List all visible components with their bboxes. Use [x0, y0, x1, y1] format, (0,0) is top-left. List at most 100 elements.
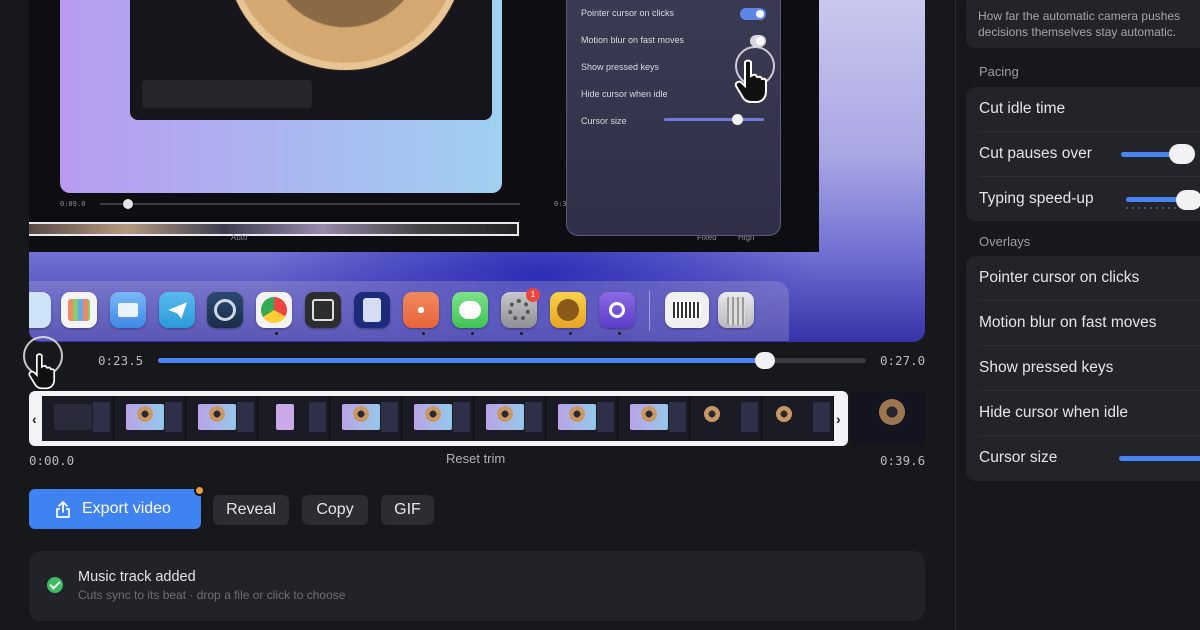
trimmed-out-region: [851, 391, 925, 446]
export-video-button[interactable]: Export video: [29, 489, 201, 529]
filmstrip-frame: [618, 396, 690, 441]
export-video-label: Export video: [82, 500, 171, 517]
pointer-cursor-label: Pointer cursor on clicks: [979, 269, 1140, 286]
dock-settings-icon: 1: [501, 288, 540, 328]
recorded-keys-label: Show pressed keys: [581, 62, 660, 72]
trim-filmstrip[interactable]: ‹ ›: [29, 391, 925, 446]
share-export-icon: [56, 501, 70, 518]
dock-trash-icon: [718, 292, 754, 328]
settings-panel: How far the automatic camera pushes decis…: [966, 0, 1200, 630]
recorded-inner-canvas: [60, 0, 502, 193]
pacing-section-label: Pacing: [979, 64, 1019, 79]
cut-idle-row[interactable]: Cut idle time: [966, 87, 1200, 132]
show-pressed-keys-label: Show pressed keys: [979, 359, 1114, 376]
filmstrip-frame: [330, 396, 402, 441]
hide-cursor-label: Hide cursor when idle: [979, 404, 1129, 421]
trim-selection[interactable]: ‹ ›: [29, 391, 848, 446]
filmstrip-frame: [402, 396, 474, 441]
check-circle-icon: [47, 577, 63, 593]
recorded-toast: [142, 80, 312, 108]
overlays-card: Pointer cursor on clicks Motion blur on …: [966, 256, 1200, 481]
dock-running-dot: [520, 332, 523, 335]
filmstrip-frame: [258, 396, 330, 441]
recorded-size-slider: [664, 114, 764, 125]
pointer-cursor-row[interactable]: Pointer cursor on clicks: [966, 256, 1200, 301]
music-track-title: Music track added: [78, 569, 196, 585]
filmstrip-frames: [42, 396, 834, 441]
current-time: 0:23.5: [98, 353, 144, 368]
copy-button[interactable]: Copy: [302, 495, 368, 525]
recorded-mini-filmstrip: [29, 222, 519, 236]
music-track-subtitle: Cuts sync to its beat · drop a file or c…: [78, 588, 346, 602]
cut-pauses-row: Cut pauses over: [966, 132, 1200, 177]
recorded-mini-scrubber: 0:09.0 0:33.9: [60, 198, 580, 210]
cursor-size-slider[interactable]: [1119, 456, 1200, 461]
dock-telegram-icon: [159, 292, 195, 328]
cut-pauses-slider-handle[interactable]: [1169, 144, 1195, 164]
dock-claude-icon: [403, 292, 439, 328]
trim-start-handle[interactable]: ‹: [32, 411, 37, 427]
recorded-hide-label: Hide cursor when idle: [581, 89, 668, 99]
motion-blur-label: Motion blur on fast moves: [979, 314, 1157, 331]
recorded-hand-cursor-icon: [734, 59, 767, 103]
recorded-dock: 1: [29, 281, 789, 341]
playback-scrubber-handle[interactable]: [754, 352, 775, 369]
reset-trim-link[interactable]: Reset trim: [446, 451, 505, 466]
cursor-size-row: Cursor size: [966, 436, 1200, 481]
gif-button[interactable]: GIF: [381, 495, 434, 525]
camera-description-line1: How far the automatic camera pushes: [978, 9, 1181, 23]
dock-separator: [649, 291, 650, 331]
dock-running-dot: [471, 332, 474, 335]
dock-notification-badge: 1: [526, 288, 540, 302]
overlays-section-label: Overlays: [979, 234, 1031, 249]
filmstrip-frame: [474, 396, 546, 441]
recorded-pointer-label: Pointer cursor on clicks: [581, 8, 675, 18]
dock-steam-icon: [207, 292, 243, 328]
typing-speedup-slider-ticks: [1126, 207, 1176, 209]
filmstrip-frame: [186, 396, 258, 441]
dock-running-dot: [422, 332, 425, 335]
recorded-mini-start-time: 0:09.0: [60, 200, 86, 208]
dock-screen-recorder-icon: [599, 292, 635, 328]
motion-blur-row[interactable]: Motion blur on fast moves: [966, 301, 1200, 346]
recorded-auto-label: Auto: [231, 233, 248, 242]
recorded-settings-panel: Pointer cursor on clicks Motion blur on …: [566, 0, 781, 236]
trim-end-time: 0:39.6: [880, 453, 926, 468]
filmstrip-frame: [762, 396, 834, 441]
dock-qr-document-icon: [665, 292, 709, 328]
dock-running-dot: [569, 332, 572, 335]
dock-messages-icon: [452, 292, 488, 328]
filmstrip-frame: [690, 396, 762, 441]
playback-track[interactable]: [158, 352, 866, 369]
recorded-size-label: Cursor size: [581, 116, 627, 126]
dock-running-dot: [618, 332, 621, 335]
recorded-motion-label: Motion blur on fast moves: [581, 35, 685, 45]
typing-speedup-label: Typing speed-up: [979, 190, 1094, 207]
filmstrip-frame: [546, 396, 618, 441]
dock-finder-icon: [29, 292, 51, 328]
show-pressed-keys-row[interactable]: Show pressed keys: [966, 346, 1200, 391]
recorded-inner-dark-window: [130, 0, 492, 120]
trim-end-handle[interactable]: ›: [836, 411, 841, 427]
hide-cursor-row[interactable]: Hide cursor when idle: [966, 391, 1200, 436]
camera-description-line2: decisions themselves stay automatic.: [978, 25, 1177, 39]
hand-cursor-icon: [28, 353, 56, 390]
dock-launchpad-icon: [61, 292, 97, 328]
color-wheel-graphic: [225, 0, 465, 70]
trim-start-time: 0:00.0: [29, 453, 75, 468]
dock-app-icon: [305, 292, 341, 328]
typing-speedup-slider-handle[interactable]: [1176, 190, 1200, 210]
reveal-button[interactable]: Reveal: [213, 495, 289, 525]
end-time: 0:27.0: [880, 353, 926, 368]
video-preview[interactable]: 0:09.0 0:33.9 Auto Fixed High Pointer cu…: [29, 0, 925, 342]
typing-speedup-row: Typing speed-up: [966, 177, 1200, 222]
filmstrip-frame: [114, 396, 186, 441]
dock-mail-icon: [110, 292, 146, 328]
export-notification-dot: [194, 485, 205, 496]
dock-running-dot: [275, 332, 278, 335]
recorded-pointer-toggle: [740, 8, 766, 20]
playback-progress: [158, 358, 765, 363]
camera-description: How far the automatic camera pushes decis…: [978, 8, 1200, 40]
camera-description-card: How far the automatic camera pushes decis…: [966, 0, 1200, 48]
music-track-dropzone[interactable]: Music track added Cuts sync to its beat …: [29, 551, 925, 621]
